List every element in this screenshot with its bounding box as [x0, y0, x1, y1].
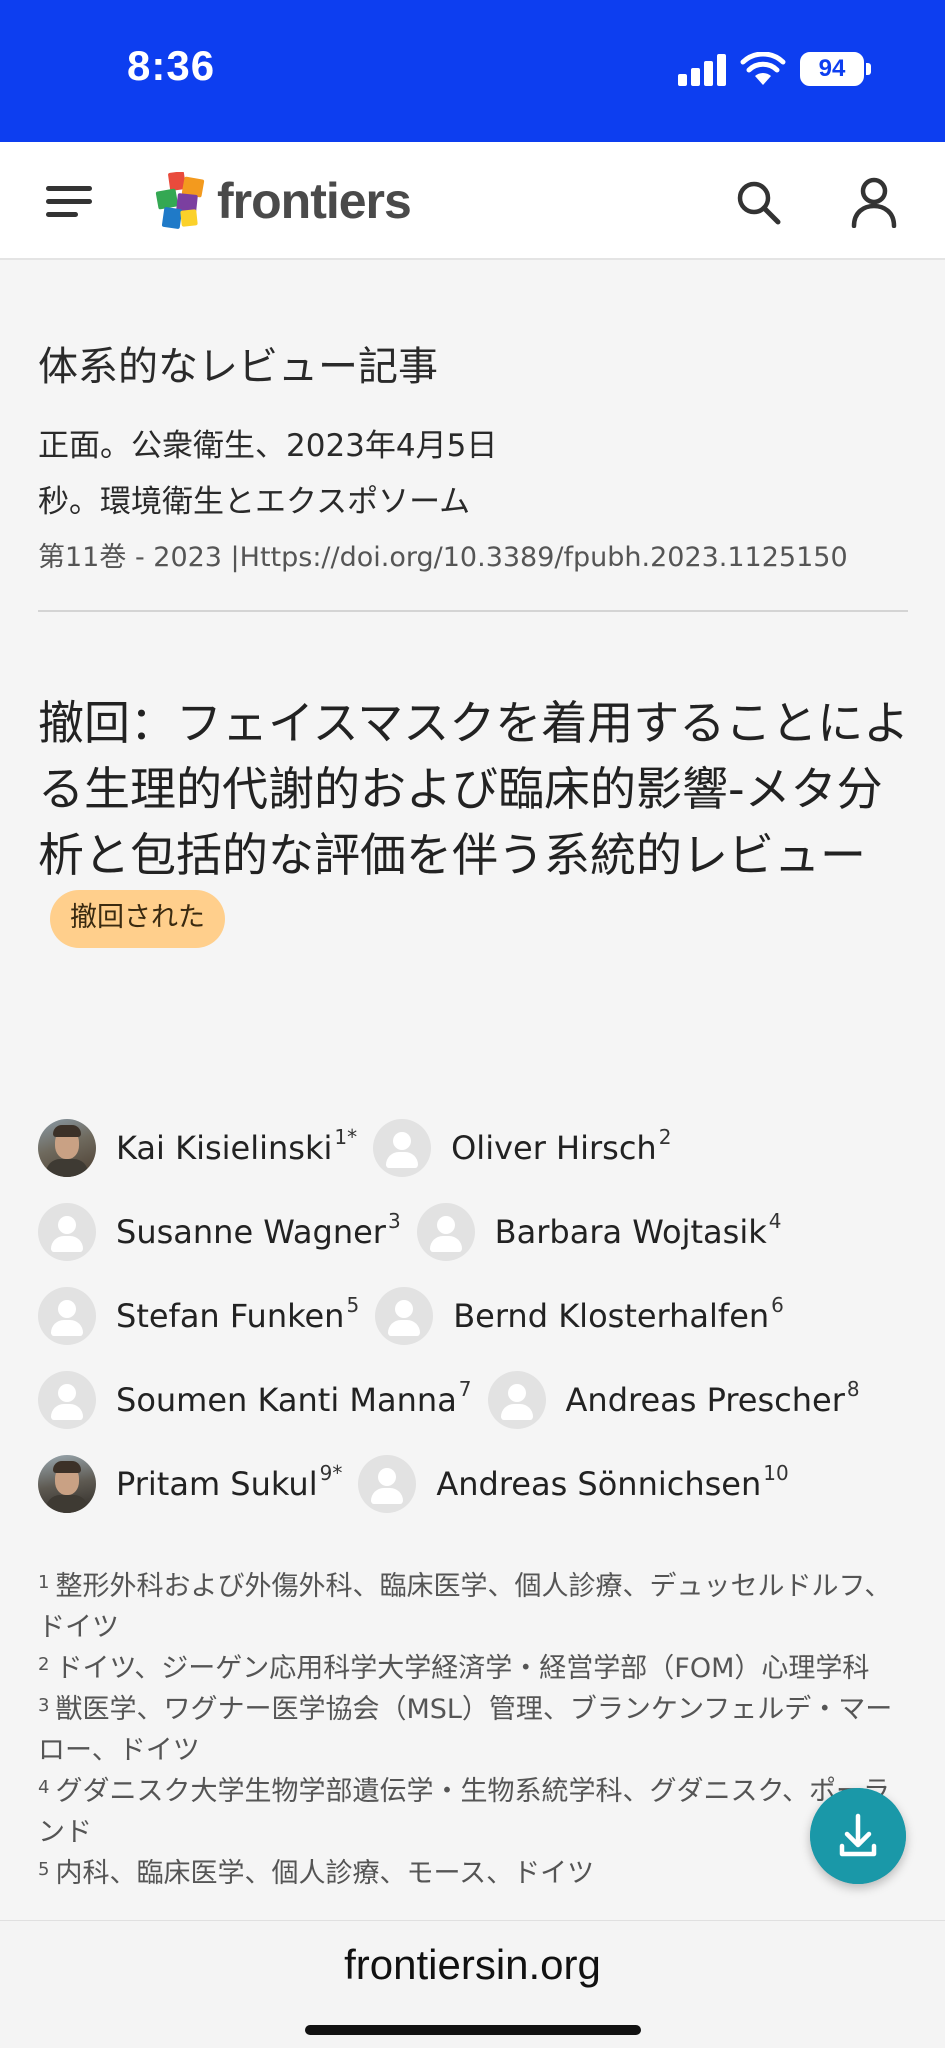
author-name[interactable]: Stefan Funken 5 [116, 1293, 359, 1335]
status-bar: 8:36 94 [0, 0, 945, 142]
logo-text: frontiers [217, 173, 412, 229]
frontiers-logo[interactable]: frontiers [155, 170, 412, 232]
author-row: Susanne Wagner 3 Barbara Wojtasik 4 [38, 1190, 918, 1274]
journal-date-line[interactable]: 正面。公衆衛生、2023年4月5日 [38, 420, 497, 465]
affiliation-number: 5 [38, 1859, 50, 1880]
battery-indicator: 94 [800, 52, 864, 86]
affiliation-number: 4 [38, 1777, 50, 1798]
affiliation-ref: 3 [387, 1209, 401, 1233]
user-icon[interactable] [850, 176, 898, 228]
affiliation-number: 1 [38, 1572, 50, 1593]
avatar-placeholder-icon [358, 1455, 417, 1513]
affiliation-text: 内科、臨床医学、個人診療、モース、ドイツ [55, 1858, 595, 1889]
author-photo [38, 1455, 96, 1513]
avatar-placeholder-icon [38, 1203, 96, 1261]
article-title: 撤回：フェイスマスクを着用することによる生理的代謝的および臨床的影響-メタ分析と… [38, 690, 910, 954]
section-line[interactable]: 秒。環境衛生とエクスポソーム [38, 476, 470, 521]
browser-url-bar[interactable]: frontiersin.org [0, 1920, 945, 2048]
status-time: 8:36 [127, 42, 216, 89]
author-item[interactable]: Kai Kisielinski 1* [38, 1119, 357, 1177]
author-item[interactable]: Oliver Hirsch 2 [373, 1119, 671, 1177]
author-row: Soumen Kanti Manna 7 Andreas Prescher 8 [38, 1358, 918, 1442]
affiliation-ref: 6 [771, 1293, 784, 1317]
retracted-badge: 撤回された [50, 889, 225, 948]
author-photo [38, 1119, 96, 1177]
avatar-placeholder-icon [487, 1371, 546, 1429]
author-name-text: Stefan Funken [116, 1297, 345, 1335]
author-name-text: Susanne Wagner [116, 1213, 386, 1251]
doi-line[interactable]: 第11巻 - 2023 |Https://doi.org/10.3389/fpu… [38, 535, 848, 574]
author-item[interactable]: Stefan Funken 5 [38, 1287, 359, 1345]
affiliation-number: 2 [38, 1654, 50, 1675]
article-type: 体系的なレビュー記事 [38, 344, 438, 390]
author-item[interactable]: Susanne Wagner 3 [38, 1203, 401, 1261]
author-name-text: Andreas Prescher [565, 1381, 845, 1419]
author-name[interactable]: Susanne Wagner 3 [116, 1209, 401, 1251]
affiliation-item: 4 グダニスク大学生物学部遺伝学・生物系統学科、グダニスク、ポーランド [38, 1771, 913, 1853]
author-row: Stefan Funken 5 Bernd Klosterhalfen 6 [38, 1274, 918, 1358]
hamburger-menu-icon[interactable] [46, 184, 94, 218]
home-indicator[interactable] [305, 2025, 641, 2035]
affiliation-item: 3 獣医学、ワグナー医学協会（MSL）管理、ブランケンフェルデ・マーロー、ドイツ [38, 1689, 913, 1771]
cellular-signal-icon [678, 52, 728, 86]
search-icon[interactable] [734, 178, 782, 226]
article-title-text: 撤回：フェイスマスクを着用することによる生理的代謝的および臨床的影響-メタ分析と… [38, 696, 910, 882]
author-item[interactable]: Andreas Prescher 8 [487, 1371, 860, 1429]
affiliation-item: 2 ドイツ、ジーゲン応用科学大学経済学・経営学部（FOM）心理学科 [38, 1648, 913, 1689]
author-item[interactable]: Barbara Wojtasik 4 [416, 1203, 782, 1261]
affiliation-list: 1 整形外科および外傷外科、臨床医学、個人診療、デュッセルドルフ、ドイツ 2 ドイツ、… [38, 1566, 913, 1894]
author-item[interactable]: Pritam Sukul 9* [38, 1455, 342, 1513]
author-row: Pritam Sukul 9* Andreas Sönnichsen 10 [38, 1442, 918, 1526]
affiliation-ref: 7 [458, 1377, 472, 1401]
affiliation-text: 獣医学、ワグナー医学協会（MSL）管理、ブランケンフェルデ・マーロー、ドイツ [38, 1694, 893, 1766]
author-name[interactable]: Soumen Kanti Manna 7 [116, 1377, 472, 1419]
affiliation-item: 1 整形外科および外傷外科、臨床医学、個人診療、デュッセルドルフ、ドイツ [38, 1566, 913, 1648]
author-name[interactable]: Bernd Klosterhalfen 6 [453, 1293, 784, 1335]
author-item[interactable]: Soumen Kanti Manna 7 [38, 1371, 472, 1429]
author-name-text: Kai Kisielinski [116, 1129, 333, 1167]
wifi-icon [740, 52, 786, 85]
author-name-text: Barbara Wojtasik [494, 1213, 767, 1251]
author-name[interactable]: Oliver Hirsch 2 [451, 1125, 671, 1167]
affiliation-ref: 4 [768, 1209, 782, 1233]
avatar-placeholder-icon [38, 1371, 96, 1429]
author-name[interactable]: Barbara Wojtasik 4 [494, 1209, 782, 1251]
affiliation-item: 5 内科、臨床医学、個人診療、モース、ドイツ [38, 1853, 913, 1894]
author-name-text: Pritam Sukul [116, 1465, 318, 1503]
author-list: Kai Kisielinski 1* Oliver Hirsch 2 Susanne W… [38, 1106, 918, 1526]
author-name-text: Oliver Hirsch [451, 1129, 657, 1167]
battery-tip [866, 63, 871, 75]
author-row: Kai Kisielinski 1* Oliver Hirsch 2 [38, 1106, 918, 1190]
author-name[interactable]: Andreas Sönnichsen 10 [436, 1461, 788, 1503]
avatar-placeholder-icon [375, 1287, 434, 1345]
author-name[interactable]: Andreas Prescher 8 [565, 1377, 860, 1419]
affiliation-ref: 5 [346, 1293, 360, 1317]
frontiers-logo-mark-icon [155, 172, 205, 229]
affiliation-text: 整形外科および外傷外科、臨床医学、個人診療、デュッセルドルフ、ドイツ [38, 1571, 892, 1643]
author-name-text: Bernd Klosterhalfen [453, 1297, 770, 1335]
download-icon[interactable] [810, 1788, 906, 1884]
author-name[interactable]: Kai Kisielinski 1* [116, 1125, 357, 1167]
site-header: frontiers [0, 142, 945, 260]
affiliation-ref: 1* [334, 1125, 358, 1149]
affiliation-text: グダニスク大学生物学部遺伝学・生物系統学科、グダニスク、ポーランド [38, 1776, 891, 1848]
affiliation-ref: 8 [846, 1377, 860, 1401]
author-name[interactable]: Pritam Sukul 9* [116, 1461, 342, 1503]
avatar-placeholder-icon [373, 1119, 432, 1177]
url-text[interactable]: frontiersin.org [0, 1941, 945, 1989]
affiliation-ref: 10 [763, 1461, 789, 1485]
author-item[interactable]: Bernd Klosterhalfen 6 [375, 1287, 784, 1345]
author-item[interactable]: Andreas Sönnichsen 10 [358, 1455, 789, 1513]
author-name-text: Soumen Kanti Manna [116, 1381, 457, 1419]
divider [38, 610, 908, 612]
affiliation-ref: 9* [319, 1461, 343, 1485]
avatar-placeholder-icon [38, 1287, 96, 1345]
affiliation-ref: 2 [658, 1125, 672, 1149]
avatar-placeholder-icon [416, 1203, 475, 1261]
affiliation-number: 3 [38, 1695, 50, 1716]
author-name-text: Andreas Sönnichsen [436, 1465, 762, 1503]
affiliation-text: ドイツ、ジーゲン応用科学大学経済学・経営学部（FOM）心理学科 [55, 1653, 870, 1684]
